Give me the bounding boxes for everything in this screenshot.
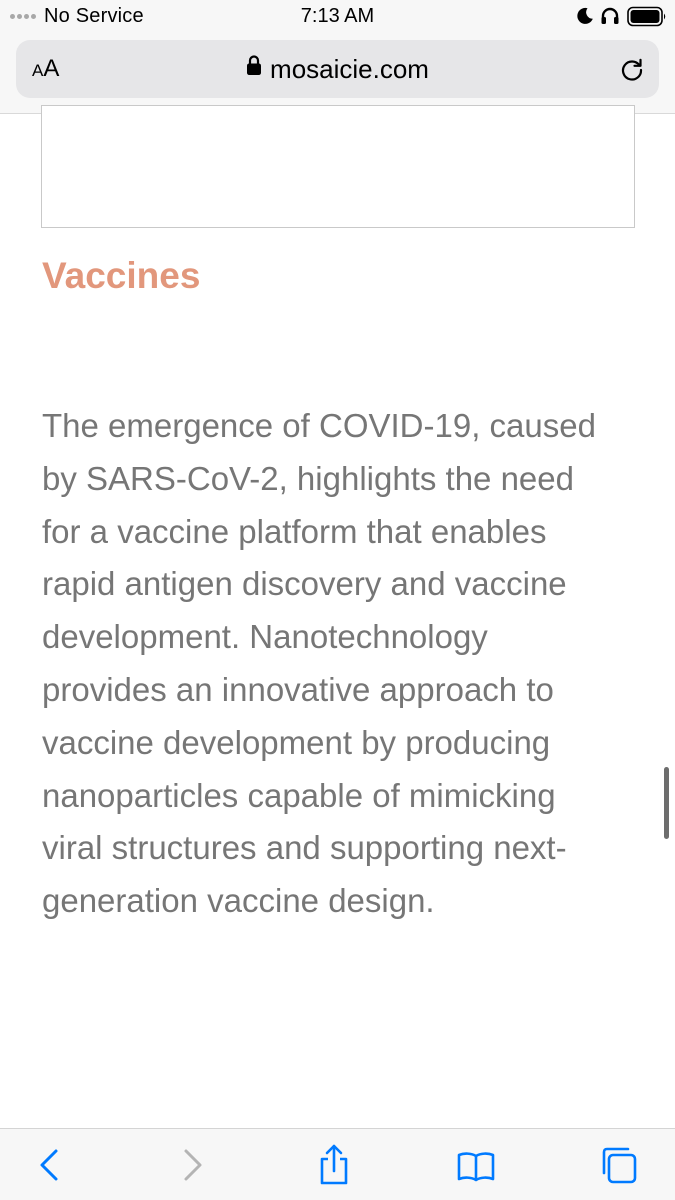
safari-window: No Service 7:13 AM AA mosaicie.com Vacci… [0,0,675,1200]
section-heading: Vaccines [42,255,201,296]
tabs-button[interactable] [596,1143,640,1187]
forward-icon [184,1149,202,1181]
web-content: Vaccines The emergence of COVID-19, caus… [0,105,675,1128]
status-time: 7:13 AM [300,5,375,27]
url-text: mosaicie.com [270,54,429,84]
bookmarks-icon [457,1152,495,1182]
forward-button[interactable] [170,1143,214,1187]
browser-toolbar: AA mosaicie.com [0,34,675,114]
moon-icon [577,7,593,24]
battery-icon [627,6,666,27]
bottom-toolbar [0,1128,675,1200]
bookmarks-button[interactable] [454,1143,498,1187]
share-button[interactable] [312,1143,356,1187]
headphones-icon [601,7,619,24]
address-bar[interactable]: AA mosaicie.com [16,40,659,98]
scroll-indicator[interactable] [664,767,669,839]
tabs-icon [602,1147,637,1184]
embedded-frame [41,105,635,228]
lock-icon [247,55,262,75]
back-icon [40,1149,58,1181]
back-button[interactable] [28,1143,72,1187]
body-paragraph: The emergence of COVID-19, caused by SAR… [42,407,596,920]
share-icon [320,1144,348,1185]
reload-icon[interactable] [619,56,645,82]
url-display[interactable]: mosaicie.com [16,54,659,85]
status-bar: No Service 7:13 AM [0,0,675,34]
